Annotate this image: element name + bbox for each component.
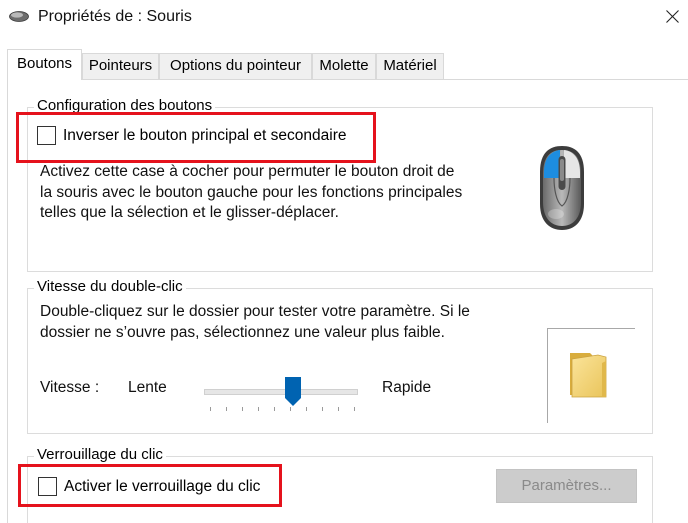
speed-label: Vitesse : [40,379,100,396]
slider-ticks [210,407,355,411]
tab-boutons[interactable]: Boutons [7,49,82,80]
description-line: la souris avec le bouton gauche pour les… [40,183,463,201]
click-lock-option[interactable]: Activer le verrouillage du clic [38,477,278,498]
fast-label: Rapide [382,379,432,396]
tab-materiel[interactable]: Matériel [376,53,444,79]
title-bar: Propriétés de : Souris [0,0,688,36]
mouse-icon [9,11,29,22]
mouse-properties-window: Propriétés de : Souris Boutons Pointeurs… [0,0,688,523]
tab-options-du-pointeur[interactable]: Options du pointeur [159,53,312,79]
swap-buttons-option[interactable]: Inverser le bouton principal et secondai… [37,126,367,147]
swap-buttons-checkbox[interactable] [37,126,56,145]
double-click-description: Double-cliquez sur le dossier pour teste… [40,302,540,343]
buttons-config-description: Activez cette case à cocher pour permute… [40,162,510,224]
window-title: Propriétés de : Souris [38,8,192,25]
tab-molette[interactable]: Molette [312,53,376,79]
click-lock-settings-button[interactable]: Paramètres... [496,469,637,503]
click-lock-checkbox[interactable] [38,477,57,496]
close-button[interactable] [656,0,688,36]
click-lock-legend: Verrouillage du clic [34,445,166,465]
tab-pointeurs[interactable]: Pointeurs [82,53,159,79]
close-icon [666,10,679,23]
description-line: Activez cette case à cocher pour permute… [40,163,455,180]
swap-buttons-label[interactable]: Inverser le bouton principal et secondai… [63,125,346,146]
description-line: dossier ne s’ouvre pas, sélectionnez une… [40,323,445,341]
buttons-config-legend: Configuration des boutons [34,96,216,116]
description-line: Double-cliquez sur le dossier pour teste… [40,303,470,320]
tab-strip: Boutons Pointeurs Options du pointeur Mo… [0,49,688,80]
description-line: telles que la sélection et le glisser-dé… [40,204,339,221]
slow-label: Lente [128,379,167,396]
folder-icon[interactable] [568,349,608,399]
double-click-speed-slider[interactable] [204,389,358,395]
test-folder-area[interactable] [547,328,635,423]
click-lock-label[interactable]: Activer le verrouillage du clic [64,476,260,497]
mouse-illustration [540,146,584,230]
double-click-legend: Vitesse du double-clic [34,277,186,297]
slider-thumb[interactable] [285,377,301,407]
